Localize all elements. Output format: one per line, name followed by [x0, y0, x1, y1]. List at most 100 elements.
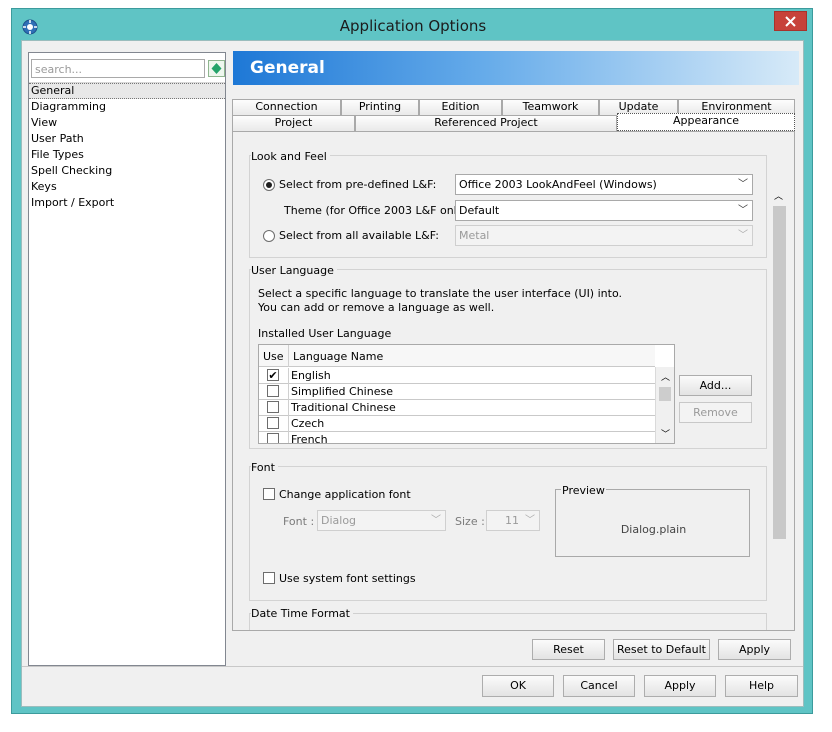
use-checkbox[interactable] [267, 417, 279, 429]
language-name: Czech [291, 417, 325, 430]
column-divider [288, 432, 289, 443]
preview-title: Preview [561, 484, 606, 497]
language-name: English [291, 369, 331, 382]
radio-all-lf[interactable] [263, 230, 275, 242]
add-language-button[interactable]: Add... [679, 375, 752, 396]
chevron-down-icon: ﹀ [738, 205, 748, 216]
language-name: French [291, 433, 328, 444]
sidebar-item-label: Spell Checking [31, 164, 113, 177]
page-banner: General [233, 51, 799, 85]
language-name: Simplified Chinese [291, 385, 393, 398]
font-select[interactable]: Dialog ﹀ [317, 510, 446, 531]
change-font-checkbox[interactable] [263, 488, 275, 500]
table-row[interactable]: ✔ English [259, 368, 655, 384]
page-title: General [250, 58, 325, 78]
sidebar-item-file-types[interactable]: File Types [29, 147, 225, 163]
installed-language-label: Installed User Language [258, 327, 392, 340]
table-row[interactable]: Traditional Chinese [259, 400, 655, 416]
tab-printing[interactable]: Printing [341, 99, 419, 115]
sidebar: search... General Diagramming View User Pat… [28, 52, 226, 666]
reset-to-default-button[interactable]: Reset to Default [613, 639, 710, 660]
tab-appearance[interactable]: Appearance [617, 113, 795, 131]
reset-button[interactable]: Reset [532, 639, 605, 660]
ok-button[interactable]: OK [482, 675, 554, 697]
sidebar-item-label: General [31, 84, 75, 97]
theme-select[interactable]: Default ﹀ [455, 200, 753, 221]
radio-all-label: Select from all available L&F: [279, 229, 439, 242]
col-use-header: Use [263, 350, 284, 363]
search-placeholder: search... [35, 63, 83, 76]
radio-selected-dot [266, 182, 272, 188]
predefined-lf-select[interactable]: Office 2003 LookAndFeel (Windows) ﹀ [455, 174, 753, 195]
theme-label: Theme (for Office 2003 L&F only) : [284, 204, 475, 217]
table-row[interactable]: Simplified Chinese [259, 384, 655, 400]
language-rows: ✔ English Simplified Chinese Traditional Ch… [259, 368, 655, 444]
radio-predefined-label: Select from pre-defined L&F: [279, 178, 437, 191]
font-group-title: Font [251, 461, 278, 474]
chevron-down-icon: ﹀ [431, 515, 441, 526]
header-divider [288, 345, 289, 367]
remove-language-button[interactable]: Remove [679, 402, 752, 423]
change-font-label: Change application font [279, 488, 411, 501]
size-label: Size : [455, 515, 485, 528]
appearance-panel: Look and Feel Select from pre-defined L&… [232, 131, 795, 631]
scroll-down-icon[interactable]: ﹀ [661, 427, 670, 440]
use-checkbox[interactable] [267, 385, 279, 397]
look-feel-title: Look and Feel [251, 150, 330, 163]
sidebar-item-spell-checking[interactable]: Spell Checking [29, 163, 225, 179]
user-language-desc-1: Select a specific language to translate … [258, 287, 622, 300]
table-row[interactable]: French [259, 432, 655, 444]
apply-button[interactable]: Apply [644, 675, 716, 697]
chevron-down-icon: ﹀ [525, 515, 535, 526]
footer-divider [22, 666, 803, 667]
sidebar-item-label: Diagramming [31, 100, 106, 113]
language-name: Traditional Chinese [291, 401, 396, 414]
use-checkbox[interactable]: ✔ [267, 369, 279, 381]
scroll-thumb[interactable] [659, 387, 671, 401]
sidebar-item-label: View [31, 116, 58, 129]
language-table-scrollbar[interactable]: ︿ ﹀ [655, 367, 674, 443]
system-font-checkbox[interactable] [263, 572, 275, 584]
panel-scroll-thumb[interactable] [773, 206, 786, 539]
sidebar-item-user-path[interactable]: User Path [29, 131, 225, 147]
size-select[interactable]: 11 ﹀ [486, 510, 540, 531]
column-divider [288, 368, 289, 384]
date-time-title: Date Time Format [251, 607, 353, 620]
tab-teamwork[interactable]: Teamwork [502, 99, 599, 115]
panel-scrollbar[interactable]: ︿ ﹀ [771, 189, 788, 630]
tab-project[interactable]: Project [232, 115, 355, 131]
search-input[interactable]: search... [31, 59, 205, 78]
user-language-desc-2: You can add or remove a language as well… [258, 301, 495, 314]
search-go-icon[interactable] [208, 60, 225, 77]
close-icon [785, 16, 796, 27]
sidebar-item-diagramming[interactable]: Diagramming [29, 99, 225, 115]
radio-predefined-lf[interactable] [263, 179, 275, 191]
use-checkbox[interactable] [267, 401, 279, 413]
sidebar-item-import-export[interactable]: Import / Export [29, 195, 225, 211]
sidebar-item-keys[interactable]: Keys [29, 179, 225, 195]
column-divider [288, 384, 289, 400]
help-button[interactable]: Help [725, 675, 798, 697]
scroll-up-icon[interactable]: ︿ [774, 189, 783, 202]
preview-box: Dialog.plain [555, 489, 750, 557]
close-button[interactable] [774, 11, 807, 31]
all-lf-select[interactable]: Metal ﹀ [455, 225, 753, 246]
sidebar-item-general[interactable]: General [29, 83, 225, 99]
window-title: Application Options [339, 17, 487, 35]
cancel-button[interactable]: Cancel [563, 675, 635, 697]
panel-apply-button[interactable]: Apply [718, 639, 791, 660]
system-font-label: Use system font settings [279, 572, 416, 585]
tab-connection[interactable]: Connection [232, 99, 341, 115]
tab-referenced-project[interactable]: Referenced Project [355, 115, 617, 131]
column-divider [288, 416, 289, 432]
dialog-client-area: search... General Diagramming View User Pat… [21, 40, 804, 707]
chevron-down-icon: ﹀ [738, 230, 748, 241]
table-row[interactable]: Czech [259, 416, 655, 432]
sidebar-item-view[interactable]: View [29, 115, 225, 131]
scroll-up-icon[interactable]: ︿ [661, 370, 670, 383]
language-table-header: Use Language Name [259, 345, 655, 367]
user-language-title: User Language [251, 264, 337, 277]
sidebar-item-label: File Types [31, 148, 84, 161]
tab-edition[interactable]: Edition [419, 99, 502, 115]
use-checkbox[interactable] [267, 433, 279, 443]
